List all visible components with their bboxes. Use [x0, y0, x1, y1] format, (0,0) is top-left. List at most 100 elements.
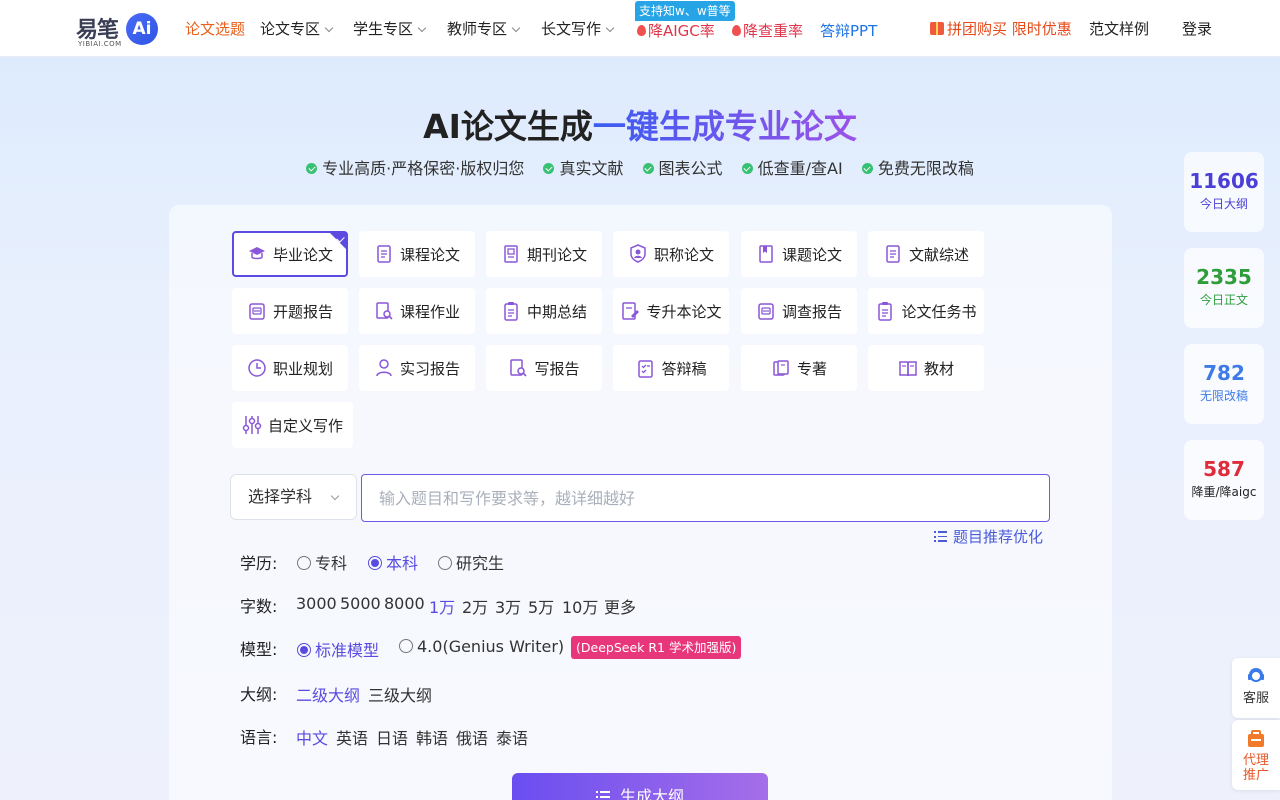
paper-type-label: 专升本论文 — [646, 302, 722, 321]
language-option-selected[interactable]: 中文 — [296, 725, 328, 749]
feature-label: 图表公式 — [658, 159, 723, 178]
word-option-selected[interactable]: 1万 — [429, 594, 455, 618]
model-option-genius[interactable]: 4.0(Genius Writer) — [399, 637, 564, 656]
word-option[interactable]: 8000 — [384, 594, 425, 613]
report-icon — [247, 300, 267, 322]
paper-type-label: 答辩稿 — [661, 359, 707, 378]
list-icon — [595, 791, 610, 800]
word-option[interactable]: 10万 — [562, 594, 598, 618]
paper-type-button[interactable]: 文献综述 — [868, 231, 984, 277]
paper-type-label: 论文任务书 — [901, 302, 977, 321]
paper-type-button[interactable]: 专升本论文 — [613, 288, 729, 334]
stat-outline-today: 11606 今日大纲 — [1184, 152, 1264, 232]
nav-group-buy[interactable]: 拼团购买 限时优惠 — [930, 18, 1072, 39]
check-icon — [306, 163, 318, 174]
flame-icon — [731, 24, 741, 37]
site-logo[interactable]: 易笔 Ai YIBIAI.COM — [76, 10, 162, 48]
model-option-standard[interactable]: 标准模型 — [297, 637, 379, 661]
paper-type-label: 调查报告 — [781, 302, 842, 321]
language-option[interactable]: 日语 — [376, 725, 408, 749]
stat-reduce: 587 降重/降aigc — [1184, 440, 1264, 520]
open-book-icon — [898, 357, 918, 379]
paper-type-label: 教材 — [923, 359, 954, 378]
nav-teacher-zone[interactable]: 教师专区 — [447, 18, 521, 39]
check-icon — [741, 163, 753, 174]
check-icon — [642, 163, 654, 174]
nav-reduce-dup[interactable]: 降查重率 — [731, 20, 803, 41]
paper-type-button[interactable]: 教材 — [868, 345, 984, 391]
language-option[interactable]: 泰语 — [496, 725, 528, 749]
paper-type-button[interactable]: 职业规划 — [232, 345, 348, 391]
nav-topic[interactable]: 论文选题 — [185, 18, 245, 39]
paper-type-button[interactable]: 毕业论文 — [232, 231, 348, 277]
paper-type-button[interactable]: 中期总结 — [486, 288, 602, 334]
paper-type-button[interactable]: 答辩稿 — [613, 345, 729, 391]
topic-recommend-link[interactable]: 题目推荐优化 — [934, 526, 1043, 547]
paper-type-button[interactable]: 自定义写作 — [232, 402, 353, 448]
paper-type-label: 课程作业 — [399, 302, 460, 321]
feature-item: 低查重/查AI — [741, 155, 843, 179]
model-label: 模型: — [240, 640, 278, 659]
feature-label: 专业高质·严格保密·版权归您 — [322, 159, 525, 178]
education-option-bachelor[interactable]: 本科 — [368, 550, 418, 574]
language-option[interactable]: 英语 — [336, 725, 368, 749]
clock-icon — [247, 357, 267, 379]
nav-paper-zone[interactable]: 论文专区 — [260, 18, 334, 39]
nav-defense-ppt[interactable]: 答辩PPT — [820, 20, 877, 41]
paper-type-button[interactable]: 论文任务书 — [868, 288, 984, 334]
paper-type-button[interactable]: 开题报告 — [232, 288, 348, 334]
education-option-label: 研究生 — [456, 554, 505, 573]
feature-list: 专业高质·严格保密·版权归您 真实文献 图表公式 低查重/查AI 免费无限改稿 — [0, 155, 1280, 179]
outline-option-selected[interactable]: 二级大纲 — [296, 682, 360, 706]
nav-samples[interactable]: 范文样例 — [1089, 18, 1149, 39]
paper-type-button[interactable]: 课题论文 — [741, 231, 857, 277]
topic-input[interactable] — [361, 474, 1050, 522]
subject-select[interactable]: 选择学科 — [230, 474, 357, 520]
word-option[interactable]: 3万 — [495, 594, 521, 618]
nav-paper-zone-label: 论文专区 — [260, 20, 321, 38]
nav-group-buy-label: 拼团购买 限时优惠 — [947, 20, 1072, 38]
paper-type-button[interactable]: 职称论文 — [613, 231, 729, 277]
chevron-down-icon — [417, 23, 427, 33]
agent-promotion-button[interactable]: 代理 推广 — [1232, 720, 1280, 790]
generate-outline-label: 生成大纲 — [619, 787, 684, 800]
nav-long-writing[interactable]: 长文写作 — [541, 18, 615, 39]
flame-icon — [636, 24, 646, 37]
paper-type-label: 毕业论文 — [272, 245, 333, 264]
page-title: AI论文生成一键生成专业论文 — [0, 100, 1280, 148]
paper-type-button[interactable]: 调查报告 — [741, 288, 857, 334]
education-option-graduate[interactable]: 研究生 — [438, 550, 504, 574]
feature-item: 专业高质·严格保密·版权归您 — [306, 155, 524, 179]
nav-student-zone[interactable]: 学生专区 — [353, 18, 427, 39]
paper-type-button[interactable]: 课程作业 — [359, 288, 475, 334]
radio-icon — [438, 556, 452, 570]
outline-option[interactable]: 三级大纲 — [368, 682, 432, 706]
stat-number: 11606 — [1189, 169, 1259, 193]
word-option-more[interactable]: 更多 — [604, 594, 636, 618]
language-option[interactable]: 韩语 — [416, 725, 448, 749]
book-icon — [756, 243, 776, 265]
clipboard-icon — [875, 300, 895, 322]
nav-reduce-aigc[interactable]: 降AIGC率 — [636, 20, 715, 41]
word-option[interactable]: 5万 — [528, 594, 554, 618]
word-option[interactable]: 2万 — [462, 594, 488, 618]
radio-icon — [297, 556, 311, 570]
chevron-down-icon — [511, 23, 521, 33]
paper-type-button[interactable]: 课程论文 — [359, 231, 475, 277]
stat-number: 587 — [1203, 457, 1245, 481]
stat-unlimited-revision: 782 无限改稿 — [1184, 344, 1264, 424]
generate-outline-button[interactable]: 生成大纲 — [512, 773, 768, 800]
paper-type-button[interactable]: 专著 — [741, 345, 857, 391]
stat-number: 782 — [1203, 361, 1245, 385]
doc-edit-icon — [620, 300, 640, 322]
login-link[interactable]: 登录 — [1182, 18, 1212, 39]
radio-icon — [399, 639, 413, 653]
language-option[interactable]: 俄语 — [456, 725, 488, 749]
paper-type-button[interactable]: 写报告 — [486, 345, 602, 391]
education-option-associate[interactable]: 专科 — [297, 550, 347, 574]
paper-type-button[interactable]: 实习报告 — [359, 345, 475, 391]
word-option[interactable]: 5000 — [340, 594, 381, 613]
paper-type-button[interactable]: 期刊论文 — [486, 231, 602, 277]
word-option[interactable]: 3000 — [296, 594, 337, 613]
customer-service-button[interactable]: 客服 — [1232, 658, 1280, 718]
